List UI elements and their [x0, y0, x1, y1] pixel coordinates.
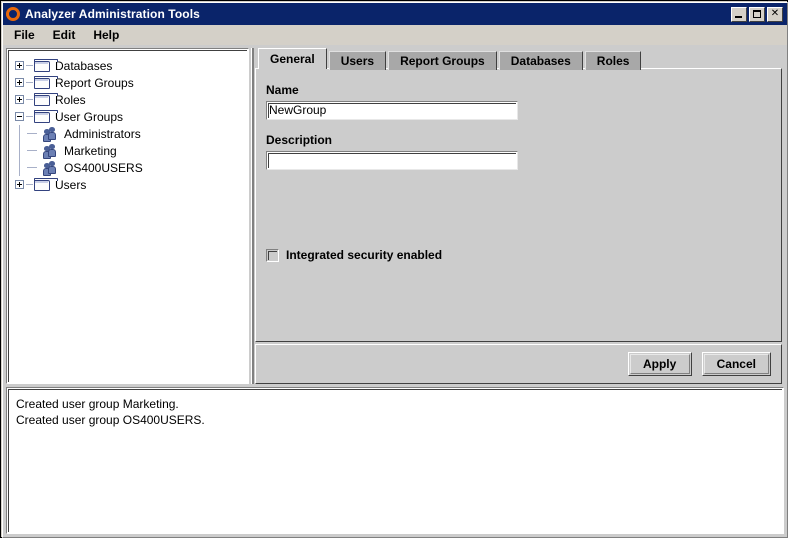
tree-node-label: Marketing — [64, 143, 117, 158]
apply-button-label: Apply — [642, 357, 677, 371]
tree-connector-line — [26, 116, 33, 117]
tree-node-os400users[interactable]: OS400USERS — [15, 159, 247, 176]
tree-connector-line — [27, 167, 37, 168]
tree-node-label: Administrators — [64, 126, 141, 141]
tab-databases[interactable]: Databases — [498, 51, 583, 70]
tree-connector-line — [26, 184, 33, 185]
expand-toggle-icon[interactable] — [15, 78, 24, 87]
menu-item-file[interactable]: File — [11, 26, 44, 44]
name-label: Name — [266, 83, 299, 97]
maximize-button[interactable] — [749, 6, 765, 22]
tree-connector-line — [27, 133, 37, 134]
navigation-tree[interactable]: Databases Report Groups Roles User Group… — [8, 50, 247, 382]
folder-icon — [34, 110, 58, 123]
window-frame-inner: Analyzer Administration Tools ✕ File Edi… — [2, 2, 788, 538]
tree-node-administrators[interactable]: Administrators — [15, 125, 247, 142]
tree-node-databases[interactable]: Databases — [15, 57, 247, 74]
tab-report-groups[interactable]: Report Groups — [388, 51, 497, 70]
tab-strip: General Users Report Groups Databases Ro… — [255, 48, 782, 70]
main-split-area: Databases Report Groups Roles User Group… — [3, 45, 787, 384]
name-input[interactable] — [269, 103, 515, 117]
title-bar[interactable]: Analyzer Administration Tools ✕ — [3, 3, 787, 25]
integrated-security-row[interactable]: Integrated security enabled — [266, 248, 769, 262]
tree-vertical-line — [19, 142, 20, 159]
navigation-tree-panel[interactable]: Databases Report Groups Roles User Group… — [6, 48, 249, 384]
orange-ring-icon — [6, 7, 20, 21]
folder-icon — [34, 93, 58, 106]
description-field[interactable] — [266, 151, 518, 170]
expand-toggle-icon[interactable] — [15, 61, 24, 70]
expand-toggle-icon[interactable] — [15, 95, 24, 104]
name-field[interactable] — [266, 101, 518, 120]
integrated-security-checkbox[interactable] — [266, 248, 279, 262]
maximize-icon — [753, 9, 761, 18]
tab-roles[interactable]: Roles — [584, 51, 642, 70]
folder-icon — [34, 76, 58, 89]
tree-node-roles[interactable]: Roles — [15, 91, 247, 108]
tree-node-label: User Groups — [55, 109, 124, 124]
splitter-grip — [250, 48, 254, 384]
log-area: Created user group Marketing. Created us… — [3, 384, 787, 537]
tree-node-users[interactable]: Users — [15, 176, 247, 193]
log-line: Created user group OS400USERS. — [16, 413, 205, 427]
tree-node-label: Roles — [55, 92, 86, 107]
close-button[interactable]: ✕ — [767, 6, 783, 22]
user-group-icon — [43, 160, 59, 176]
tree-node-label: Report Groups — [55, 75, 134, 90]
menu-item-help[interactable]: Help — [90, 26, 128, 44]
integrated-security-label: Integrated security enabled — [286, 248, 443, 262]
tab-panel-general: Name Description Integrated — [255, 68, 782, 342]
log-line: Created user group Marketing. — [16, 397, 179, 411]
application-window: Analyzer Administration Tools ✕ File Edi… — [0, 0, 788, 538]
minimize-button[interactable] — [731, 6, 747, 22]
apply-button[interactable]: Apply — [627, 352, 692, 376]
tree-node-label: Databases — [55, 58, 113, 73]
button-bar: Apply Cancel — [255, 344, 782, 384]
folder-icon — [34, 59, 58, 72]
tree-vertical-line — [19, 125, 20, 142]
tree-connector-line — [26, 65, 33, 66]
expand-toggle-icon[interactable] — [15, 180, 24, 189]
folder-icon — [34, 178, 58, 191]
tree-vertical-line — [19, 159, 20, 176]
description-label: Description — [266, 133, 333, 147]
tree-connector-line — [27, 150, 37, 151]
cancel-button-label: Cancel — [716, 357, 756, 371]
collapse-toggle-icon[interactable] — [15, 112, 24, 121]
description-input[interactable] — [269, 153, 515, 167]
tab-users[interactable]: Users — [328, 51, 387, 70]
user-group-icon — [43, 143, 59, 159]
tree-node-report-groups[interactable]: Report Groups — [15, 74, 247, 91]
status-log-panel[interactable]: Created user group Marketing. Created us… — [6, 387, 784, 534]
window-controls: ✕ — [731, 6, 785, 22]
tree-connector-line — [26, 99, 33, 100]
menu-bar: File Edit Help — [3, 25, 787, 45]
tree-node-marketing[interactable]: Marketing — [15, 142, 247, 159]
tree-node-user-groups[interactable]: User Groups — [15, 108, 247, 125]
close-icon: ✕ — [770, 8, 780, 19]
tab-general[interactable]: General — [258, 48, 327, 69]
menu-item-edit[interactable]: Edit — [50, 26, 85, 44]
window-title: Analyzer Administration Tools — [25, 7, 200, 21]
detail-panel: General Users Report Groups Databases Ro… — [255, 48, 784, 384]
tree-connector-line — [26, 82, 33, 83]
user-group-icon — [43, 126, 59, 142]
minimize-icon — [735, 15, 742, 18]
tree-node-label: Users — [55, 177, 87, 192]
status-log-content: Created user group Marketing. Created us… — [8, 389, 782, 532]
cancel-button[interactable]: Cancel — [701, 352, 771, 376]
tree-node-label: OS400USERS — [64, 160, 143, 175]
